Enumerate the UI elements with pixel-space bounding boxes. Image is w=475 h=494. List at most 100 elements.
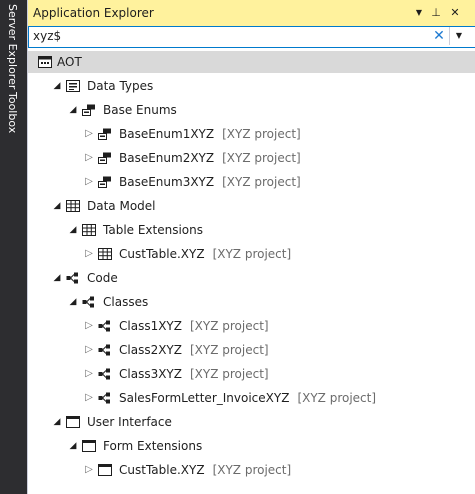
class-icon [82, 296, 96, 308]
tree-node-label: Class3XYZ [XYZ project] [119, 363, 269, 385]
form-icon [82, 440, 96, 452]
tree-node-label: Data Types [87, 79, 154, 93]
tree-node-label: BaseEnum3XYZ [XYZ project] [119, 171, 301, 193]
tree-node-custtable-xyz[interactable]: ▷ CustTable.XYZ [XYZ project] [28, 243, 475, 265]
collapsed-arrow-icon[interactable]: ▷ [84, 363, 94, 385]
aot-icon [38, 56, 52, 68]
search-bar: ✕ ▼ [28, 26, 475, 48]
tree-node-label: Class1XYZ [XYZ project] [119, 315, 269, 337]
node-name: Class1XYZ [119, 319, 182, 333]
tree-node-label: CustTable.XYZ [XYZ project] [119, 243, 291, 265]
expanded-arrow-icon[interactable]: ◢ [52, 267, 62, 289]
project-tag: [XYZ project] [212, 463, 292, 477]
tree-node-label: Base Enums [103, 103, 177, 117]
base-enum-icon [82, 104, 96, 116]
table-icon [98, 248, 112, 260]
tree-node-base-enums[interactable]: ◢ Base Enums [28, 99, 475, 121]
tree-node-form-extensions[interactable]: ◢ Form Extensions [28, 435, 475, 457]
node-name: CustTable.XYZ [119, 463, 205, 477]
form-icon [66, 416, 80, 428]
collapsed-arrow-icon[interactable]: ▷ [84, 123, 94, 145]
class-icon [98, 392, 112, 404]
side-tab-strip: Server Explorer Toolbox [0, 0, 24, 494]
collapsed-arrow-icon[interactable]: ▷ [84, 147, 94, 169]
collapsed-arrow-icon[interactable]: ▷ [84, 171, 94, 193]
tree-node-label: SalesFormLetter_InvoiceXYZ [XYZ project] [119, 387, 376, 409]
tree-node-classes[interactable]: ◢ Classes [28, 291, 475, 313]
code-icon [66, 272, 80, 284]
project-tag: [XYZ project] [189, 343, 269, 357]
base-enum-icon [98, 152, 112, 164]
tree-node-class2xyz[interactable]: ▷ Class2XYZ [XYZ project] [28, 339, 475, 361]
collapsed-arrow-icon[interactable]: ▷ [84, 243, 94, 265]
node-name: BaseEnum3XYZ [119, 175, 215, 189]
tree-node-salesformletter-invoicexyz[interactable]: ▷ SalesFormLetter_InvoiceXYZ [XYZ project… [28, 387, 475, 409]
collapsed-arrow-icon[interactable]: ▷ [84, 459, 94, 481]
expanded-arrow-icon[interactable]: ◢ [52, 75, 62, 97]
collapsed-arrow-icon[interactable]: ▷ [84, 387, 94, 409]
expanded-arrow-icon[interactable]: ◢ [68, 219, 78, 241]
expanded-arrow-icon[interactable]: ◢ [52, 195, 62, 217]
expanded-arrow-icon[interactable]: ◢ [68, 291, 78, 313]
node-name: Class2XYZ [119, 343, 182, 357]
tree-node-user-interface[interactable]: ◢ User Interface [28, 411, 475, 433]
table-icon [66, 200, 80, 212]
collapsed-arrow-icon[interactable]: ▷ [84, 339, 94, 361]
search-options-dropdown-icon[interactable]: ▼ [449, 27, 468, 45]
project-tag: [XYZ project] [189, 319, 269, 333]
tree-node-label: Form Extensions [103, 439, 203, 453]
tree-node-class1xyz[interactable]: ▷ Class1XYZ [XYZ project] [28, 315, 475, 337]
project-tag: [XYZ project] [212, 247, 292, 261]
tree-node-baseenum2xyz[interactable]: ▷ BaseEnum2XYZ [XYZ project] [28, 147, 475, 169]
tree-node-table-extensions[interactable]: ◢ Table Extensions [28, 219, 475, 241]
tree-node-class3xyz[interactable]: ▷ Class3XYZ [XYZ project] [28, 363, 475, 385]
project-tag: [XYZ project] [222, 175, 301, 189]
pin-icon[interactable]: ⊥ [429, 5, 443, 20]
tree-node-label: CustTable.XYZ [XYZ project] [119, 459, 291, 481]
tree-node-data-types[interactable]: ◢ Data Types [28, 75, 475, 97]
node-name: CustTable.XYZ [119, 247, 205, 261]
tree-node-label: User Interface [87, 415, 172, 429]
tree-node-code[interactable]: ◢ Code [28, 267, 475, 289]
tree-node-label: Data Model [87, 199, 156, 213]
toolbox-tab[interactable]: Toolbox [2, 92, 22, 133]
project-tag: [XYZ project] [297, 391, 377, 405]
panel-titlebar: Application Explorer ▼ ⊥ ✕ [28, 0, 475, 26]
project-tag: [XYZ project] [189, 367, 269, 381]
table-icon [82, 224, 96, 236]
expanded-arrow-icon[interactable]: ◢ [52, 411, 62, 433]
tree-node-label: Code [87, 271, 118, 285]
panel-title: Application Explorer [33, 6, 154, 20]
project-tag: [XYZ project] [222, 127, 301, 141]
tree-node-label: BaseEnum2XYZ [XYZ project] [119, 147, 301, 169]
base-enum-icon [98, 176, 112, 188]
class-icon [98, 344, 112, 356]
project-tag: [XYZ project] [222, 151, 301, 165]
tree-node-baseenum3xyz[interactable]: ▷ BaseEnum3XYZ [XYZ project] [28, 171, 475, 193]
close-icon[interactable]: ✕ [448, 5, 462, 20]
node-name: Class3XYZ [119, 367, 182, 381]
expanded-arrow-icon[interactable]: ◢ [68, 435, 78, 457]
node-name: BaseEnum2XYZ [119, 151, 215, 165]
data-types-icon [66, 80, 80, 92]
class-icon [98, 368, 112, 380]
expanded-arrow-icon[interactable]: ◢ [68, 99, 78, 121]
tree-node-baseenum1xyz[interactable]: ▷ BaseEnum1XYZ [XYZ project] [28, 123, 475, 145]
tree-node-label: AOT [57, 55, 82, 69]
tree-node-label: Classes [103, 295, 149, 309]
tree-node-data-model[interactable]: ◢ Data Model [28, 195, 475, 217]
node-name: SalesFormLetter_InvoiceXYZ [119, 391, 290, 405]
tree-node-custtable-xyz-form[interactable]: ▷ CustTable.XYZ [XYZ project] [28, 459, 475, 481]
application-explorer-panel: Application Explorer ▼ ⊥ ✕ ✕ ▼ AOT ◢ Dat… [27, 0, 475, 494]
tree-node-label: Class2XYZ [XYZ project] [119, 339, 269, 361]
server-explorer-tab[interactable]: Server Explorer [2, 4, 22, 89]
class-icon [98, 320, 112, 332]
collapsed-arrow-icon[interactable]: ▷ [84, 315, 94, 337]
window-position-dropdown-icon[interactable]: ▼ [412, 5, 426, 20]
search-input[interactable] [33, 28, 413, 44]
node-name: BaseEnum1XYZ [119, 127, 215, 141]
tree-node-aot[interactable]: AOT [28, 51, 475, 73]
tree-node-label: BaseEnum1XYZ [XYZ project] [119, 123, 301, 145]
clear-search-icon[interactable]: ✕ [432, 28, 446, 44]
form-icon [98, 464, 112, 476]
